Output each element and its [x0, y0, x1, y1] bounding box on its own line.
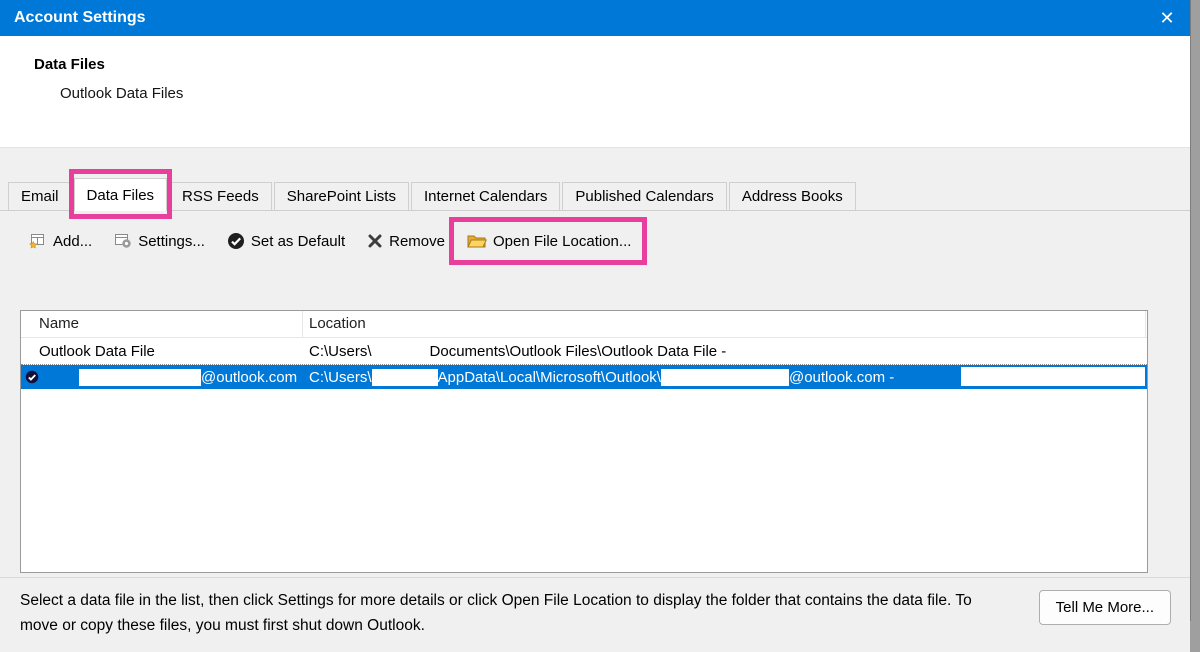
- settings-button-label: Settings...: [138, 233, 205, 250]
- default-check-icon: [25, 336, 75, 418]
- account-settings-window: Account Settings ✕ Data Files Outlook Da…: [0, 0, 1191, 621]
- tab-label: Data Files: [87, 187, 155, 204]
- column-header-name[interactable]: Name: [21, 311, 303, 337]
- toolbar: Add... Settings...: [0, 211, 1190, 265]
- dialog-body: Email Data Files RSS Feeds SharePoint Li…: [0, 180, 1190, 652]
- redaction-box: [79, 369, 201, 386]
- redaction-box: [372, 343, 430, 360]
- tab-label: RSS Feeds: [182, 188, 259, 205]
- tab-internet-calendars[interactable]: Internet Calendars: [411, 182, 560, 211]
- tab-label: Email: [21, 188, 59, 205]
- tab-published-calendars[interactable]: Published Calendars: [562, 182, 726, 211]
- account-name-suffix: @outlook.com: [201, 369, 297, 386]
- tab-rss-feeds[interactable]: RSS Feeds: [169, 182, 272, 211]
- tab-label: Internet Calendars: [424, 188, 547, 205]
- footer-instructions: Select a data file in the list, then cli…: [20, 588, 998, 638]
- location-prefix: C:\Users\: [309, 369, 372, 386]
- redaction-box: [661, 369, 789, 386]
- column-header-location[interactable]: Location: [303, 311, 1146, 337]
- page-subtitle: Outlook Data Files: [60, 85, 1190, 102]
- location-prefix: C:\Users\: [309, 343, 372, 360]
- close-button[interactable]: ✕: [1144, 0, 1190, 36]
- open-file-location-button[interactable]: Open File Location...: [458, 228, 640, 255]
- tab-label: SharePoint Lists: [287, 188, 396, 205]
- dialog-header: Data Files Outlook Data Files: [0, 36, 1190, 148]
- tab-data-files[interactable]: Data Files: [74, 178, 168, 211]
- remove-button[interactable]: Remove: [358, 228, 454, 255]
- redaction-box: [961, 367, 1145, 386]
- remove-button-label: Remove: [389, 233, 445, 250]
- location-suffix: @outlook.com -: [789, 369, 894, 386]
- tab-strip: Email Data Files RSS Feeds SharePoint Li…: [0, 180, 1190, 211]
- tab-email[interactable]: Email: [8, 182, 72, 211]
- set-as-default-label: Set as Default: [251, 233, 345, 250]
- footer-divider: [0, 577, 1190, 578]
- location-middle: AppData\Local\Microsoft\Outlook\: [438, 369, 661, 386]
- table-row-selected[interactable]: @outlook.com C:\Users\ AppData\Local\Mic…: [21, 365, 1147, 389]
- remove-x-icon: [367, 233, 383, 249]
- title-bar: Account Settings ✕: [0, 0, 1190, 36]
- location-suffix: Documents\Outlook Files\Outlook Data Fil…: [430, 343, 727, 360]
- add-button[interactable]: Add...: [20, 228, 101, 255]
- add-button-label: Add...: [53, 233, 92, 250]
- set-default-check-icon: [227, 232, 245, 250]
- list-header: Name Location: [21, 311, 1147, 338]
- open-folder-icon: [467, 233, 487, 249]
- window-title: Account Settings: [14, 9, 146, 27]
- redaction-box: [372, 369, 438, 386]
- tab-sharepoint-lists[interactable]: SharePoint Lists: [274, 182, 409, 211]
- tab-address-books[interactable]: Address Books: [729, 182, 856, 211]
- add-data-file-icon: [29, 233, 47, 249]
- open-file-location-label: Open File Location...: [493, 233, 631, 250]
- set-as-default-button[interactable]: Set as Default: [218, 227, 354, 255]
- close-icon: ✕: [1159, 8, 1174, 29]
- settings-icon: [114, 233, 132, 249]
- data-files-list: Name Location Outlook Data File C:\Users…: [20, 310, 1148, 573]
- tell-me-more-button[interactable]: Tell Me More...: [1039, 590, 1171, 625]
- page-title: Data Files: [34, 56, 1190, 73]
- settings-button[interactable]: Settings...: [105, 228, 214, 255]
- tab-label: Address Books: [742, 188, 843, 205]
- tab-label: Published Calendars: [575, 188, 713, 205]
